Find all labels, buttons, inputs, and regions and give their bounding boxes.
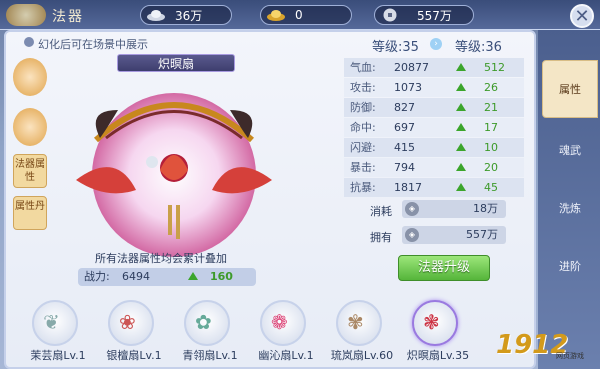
current-level: 等级:35 xyxy=(372,40,419,55)
up-arrow-icon xyxy=(456,83,466,91)
fan-list: ❦ 茉芸扇Lv.1 ❀ 银檀扇Lv.1 ✿ 青翎扇Lv.1 ❁ 幽沁扇Lv.1 … xyxy=(20,300,540,369)
tab-refine[interactable]: 洗炼 xyxy=(544,180,596,238)
up-arrow-icon xyxy=(456,103,466,111)
fan-item[interactable]: ❦ 茉芸扇Lv.1 xyxy=(20,300,90,369)
arrow-right-icon: › xyxy=(430,38,442,50)
fan-item[interactable]: ❁ 幽沁扇Lv.1 xyxy=(248,300,318,369)
stat-row: 闪避: 415 10 xyxy=(344,138,524,157)
up-arrow-icon xyxy=(456,143,466,151)
coin-icon: ◈ xyxy=(405,202,419,216)
consume-label: 消耗 xyxy=(370,205,392,218)
fan-icon: ✿ xyxy=(195,310,212,334)
stat-row: 暴击: 794 20 xyxy=(344,158,524,177)
page-title: 法器 xyxy=(52,9,84,25)
power-bar: 战力: 6494 160 xyxy=(78,268,256,286)
coin-icon: ◈ xyxy=(405,228,419,242)
gold-ingot-icon xyxy=(265,8,287,22)
next-level: 等级:36 xyxy=(455,40,502,55)
up-arrow-icon xyxy=(456,163,466,171)
consume-bar: ◈ 18万 xyxy=(402,200,506,218)
up-arrow-icon xyxy=(456,63,466,71)
stat-row: 防御: 827 21 xyxy=(344,98,524,117)
fan-icon: ❀ xyxy=(119,310,136,334)
fan-artwork xyxy=(56,80,292,260)
stat-row: 抗暴: 1817 45 xyxy=(344,178,524,197)
fan-item[interactable]: ❀ 银檀扇Lv.1 xyxy=(96,300,166,369)
stat-row: 攻击: 1073 26 xyxy=(344,78,524,97)
own-label: 拥有 xyxy=(370,231,392,244)
illusion-tab[interactable] xyxy=(13,58,47,96)
stat-row: 气血: 20877 512 xyxy=(344,58,524,77)
stack-note: 所有法器属性均会累计叠加 xyxy=(95,252,227,265)
tab-fan-attributes[interactable]: 法器属性 xyxy=(13,154,47,188)
up-arrow-icon xyxy=(188,272,198,280)
tab-soul-weapon[interactable]: 魂武 xyxy=(544,122,596,180)
info-icon xyxy=(24,37,34,47)
currency-silver: 36万 xyxy=(140,5,232,25)
top-bar: 法器 36万 0 557万 ✕ xyxy=(0,0,600,30)
book-tab[interactable] xyxy=(13,108,47,146)
silver-ingot-icon xyxy=(145,8,167,22)
own-bar: ◈ 557万 xyxy=(402,226,506,244)
title-ornament-icon xyxy=(6,4,46,26)
watermark-sub: 网页游戏 xyxy=(556,352,584,360)
power-gain: 160 xyxy=(210,270,233,283)
power-label: 战力: xyxy=(84,270,110,283)
stat-row: 命中: 697 17 xyxy=(344,118,524,137)
fan-icon: ❃ xyxy=(423,310,440,334)
up-arrow-icon xyxy=(456,123,466,131)
close-button[interactable]: ✕ xyxy=(570,4,594,28)
fan-item[interactable]: ✿ 青翎扇Lv.1 xyxy=(172,300,242,369)
right-tab-bar: 属性 魂武 洗炼 进阶 xyxy=(538,30,600,369)
tab-attribute-pill[interactable]: 属性丹 xyxy=(13,196,47,230)
fan-icon: ❦ xyxy=(43,310,60,334)
tab-advance[interactable]: 进阶 xyxy=(544,238,596,296)
fan-item-selected[interactable]: ❃ 炽暝扇Lv.35 xyxy=(400,300,470,369)
fan-item[interactable]: ✾ 琉岚扇Lv.60 xyxy=(324,300,394,369)
power-value: 6494 xyxy=(122,270,150,283)
currency-gold: 0 xyxy=(260,5,352,25)
close-icon: ✕ xyxy=(574,6,590,27)
up-arrow-icon xyxy=(456,183,466,191)
fan-icon: ❁ xyxy=(271,310,288,334)
coin-icon xyxy=(379,8,401,22)
display-hint: 幻化后可在场景中展示 xyxy=(38,38,148,51)
fan-icon: ✾ xyxy=(347,310,364,334)
currency-coin: 557万 xyxy=(374,5,474,25)
tab-attributes[interactable]: 属性 xyxy=(542,60,598,118)
upgrade-button[interactable]: 法器升级 xyxy=(398,255,490,281)
stats-table: 气血: 20877 512 攻击: 1073 26 防御: 827 21 命中:… xyxy=(344,58,524,198)
item-name: 炽暝扇 xyxy=(117,54,235,72)
